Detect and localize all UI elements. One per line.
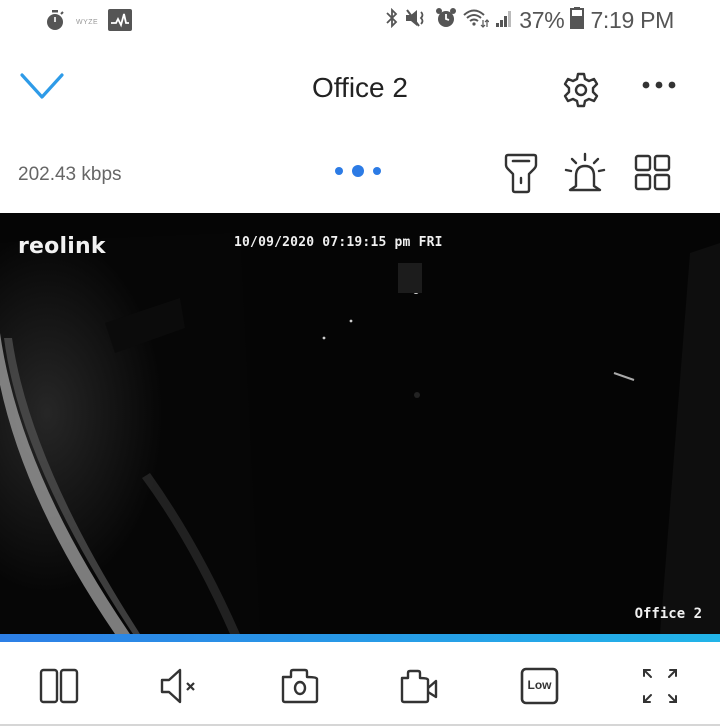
- gear-icon: [563, 72, 599, 108]
- video-frame: [0, 213, 720, 634]
- grid-view-button[interactable]: [632, 152, 674, 194]
- more-horizontal-icon: [642, 81, 676, 89]
- stream-progress-bar: [0, 634, 720, 642]
- battery-percent: 37%: [519, 7, 565, 33]
- page-dot-active[interactable]: [352, 165, 364, 177]
- camera-icon: [281, 668, 319, 704]
- flashlight-icon: [504, 153, 538, 194]
- mute-icon: [405, 8, 429, 33]
- bluetooth-icon: [385, 7, 399, 33]
- signal-icon: [495, 8, 513, 33]
- page-indicator[interactable]: [335, 165, 381, 177]
- more-button[interactable]: [640, 75, 678, 95]
- video-record-icon: [400, 669, 438, 704]
- battery-icon: [570, 7, 585, 34]
- siren-button[interactable]: [564, 152, 606, 194]
- quality-label: Low: [527, 678, 552, 692]
- audio-button[interactable]: [158, 664, 202, 708]
- grid-icon: [634, 154, 671, 191]
- alarm-icon: [435, 7, 457, 34]
- quality-button[interactable]: Low: [518, 664, 562, 708]
- settings-button[interactable]: [562, 71, 600, 109]
- brand-logo: reolink: [18, 234, 106, 259]
- live-video-feed[interactable]: reolink 10/09/2020 07:19:15 pm FRI Offic…: [0, 213, 720, 634]
- wyze-notification: WYZE: [76, 19, 99, 26]
- record-button[interactable]: [398, 664, 442, 708]
- video-timestamp: 10/09/2020 07:19:15 pm FRI: [234, 235, 443, 250]
- camera-label: Office 2: [634, 606, 702, 622]
- speaker-muted-icon: [160, 668, 195, 704]
- page-dot[interactable]: [335, 167, 343, 175]
- split-view-icon: [39, 668, 79, 704]
- bottom-divider: [0, 724, 720, 726]
- status-bar: WYZE 37% 7:19 PM: [0, 0, 720, 44]
- siren-icon: [564, 152, 606, 192]
- playback-controls: Low: [0, 642, 720, 726]
- fullscreen-icon: [643, 669, 677, 703]
- progress-fill: [0, 634, 720, 642]
- stopwatch-icon: [44, 9, 66, 36]
- wifi-icon: [463, 8, 490, 33]
- fullscreen-button[interactable]: [638, 664, 682, 708]
- header: Office 2: [0, 55, 720, 125]
- page-dot[interactable]: [373, 167, 381, 175]
- bitrate-readout: 202.43 kbps: [18, 164, 122, 185]
- clock: 7:19 PM: [590, 7, 674, 33]
- activity-monitor-icon: [108, 9, 133, 36]
- split-view-button[interactable]: [38, 664, 82, 708]
- page-title: Office 2: [312, 72, 408, 103]
- stream-toolbar: 202.43 kbps: [0, 140, 720, 206]
- snapshot-button[interactable]: [278, 664, 322, 708]
- floodlight-button[interactable]: [500, 152, 542, 194]
